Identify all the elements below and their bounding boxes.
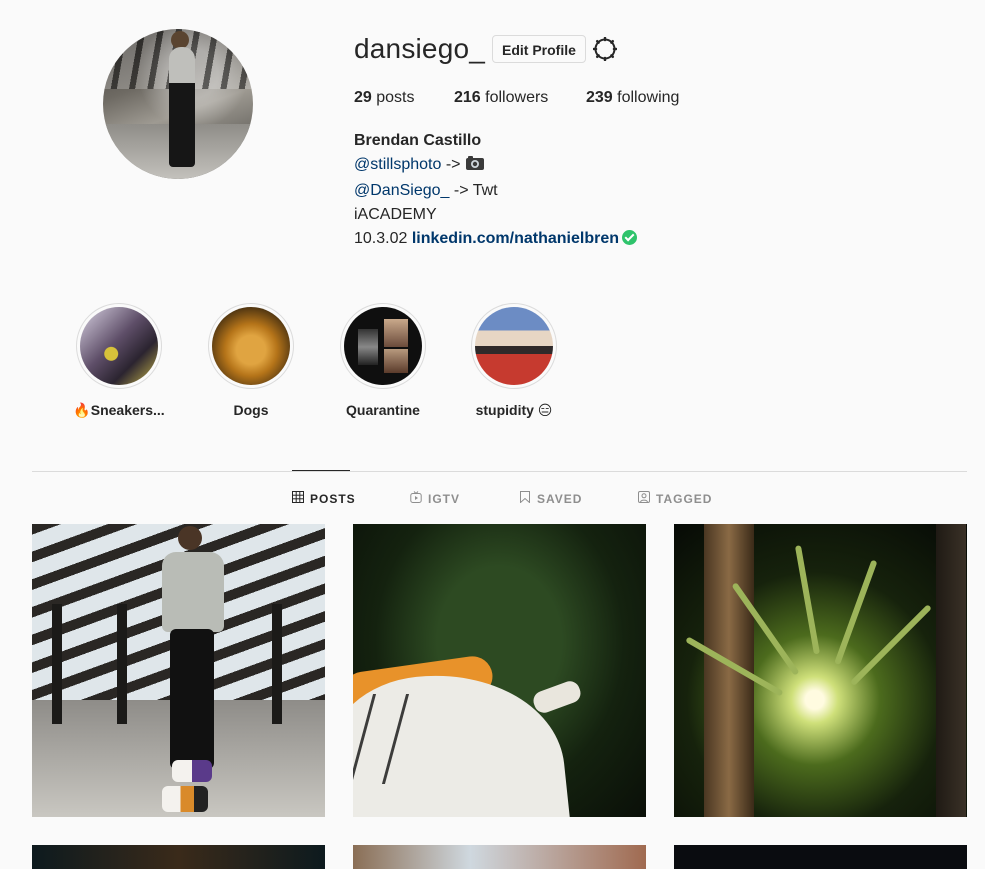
highlight-sneakers[interactable]: 🔥Sneakers...	[53, 303, 185, 419]
photo-leaf	[794, 545, 820, 655]
tab-posts[interactable]: POSTS	[292, 491, 356, 506]
posts-count: 29	[354, 89, 372, 106]
photo-person-head	[178, 526, 202, 550]
followers-label: followers	[485, 89, 549, 106]
photo-column	[52, 604, 62, 724]
verified-check-icon	[622, 230, 637, 245]
tab-label: SAVED	[537, 491, 583, 506]
tab-label: TAGGED	[656, 491, 713, 506]
bio-mention-dansiego[interactable]: @DanSiego_	[354, 182, 449, 199]
active-tab-indicator	[292, 470, 350, 471]
photo-person-shoe	[172, 760, 212, 782]
cover-photo-tile	[358, 329, 378, 365]
tabs-divider	[32, 471, 967, 472]
bookmark-icon	[519, 491, 531, 506]
bio-arrow: ->	[445, 156, 461, 173]
photo-shoe	[530, 678, 584, 716]
highlight-ring	[471, 303, 557, 389]
post-thumbnail[interactable]	[674, 845, 967, 869]
photo-person	[162, 524, 232, 817]
igtv-icon	[410, 491, 422, 506]
post-thumbnail[interactable]	[353, 845, 646, 869]
avatar-person-body	[169, 47, 195, 167]
highlight-cover-image	[80, 307, 158, 385]
highlight-stupidity[interactable]: stupidity 😑	[448, 303, 580, 419]
bio-date: 10.3.02	[354, 230, 408, 247]
profile-avatar[interactable]	[103, 29, 253, 179]
following-stat[interactable]: 239 following	[586, 89, 679, 107]
photo-person-shoe	[162, 786, 208, 812]
following-count: 239	[586, 89, 613, 106]
bio-mention-stillsphoto[interactable]: @stillsphoto	[354, 156, 441, 173]
tab-label: IGTV	[428, 491, 461, 506]
bio-line-4: 10.3.02 linkedin.com/nathanielbren	[354, 227, 637, 251]
tab-saved[interactable]: SAVED	[519, 491, 582, 506]
highlight-cover-image	[344, 307, 422, 385]
highlight-cover-image	[475, 307, 553, 385]
profile-stats: 29 posts 216 followers 239 following	[354, 89, 679, 107]
highlight-dogs[interactable]: Dogs	[185, 303, 317, 418]
settings-gear-icon[interactable]	[592, 36, 618, 62]
photo-tree-trunk	[936, 524, 966, 817]
grid-icon	[292, 491, 304, 506]
highlight-label: stupidity 😑	[475, 402, 553, 418]
profile-bio: Brendan Castillo @stillsphoto -> @DanSie…	[354, 129, 637, 251]
post-thumbnail[interactable]	[353, 524, 646, 817]
following-label: following	[617, 89, 680, 106]
bio-line-2-text: -> Twt	[453, 182, 498, 199]
photo-person-pants	[170, 629, 214, 769]
post-thumbnail[interactable]	[32, 524, 325, 817]
highlight-ring	[76, 303, 162, 389]
bio-line-1: @stillsphoto ->	[354, 153, 637, 179]
highlight-label: Quarantine	[346, 402, 420, 418]
post-thumbnail[interactable]	[32, 845, 325, 869]
followers-count: 216	[454, 89, 481, 106]
tab-tagged[interactable]: TAGGED	[638, 491, 712, 506]
profile-username: dansiego_	[354, 33, 486, 64]
highlight-label: Dogs	[233, 402, 269, 418]
edit-profile-button[interactable]: Edit Profile	[492, 35, 586, 63]
camera-icon	[465, 155, 485, 179]
profile-full-name: Brendan Castillo	[354, 132, 482, 149]
posts-label: posts	[376, 89, 415, 106]
photo-leaf	[834, 559, 878, 666]
highlight-cover-image	[212, 307, 290, 385]
highlight-label: 🔥Sneakers...	[73, 402, 165, 418]
profile-external-link[interactable]: linkedin.com/nathanielbren	[412, 230, 619, 247]
followers-stat[interactable]: 216 followers	[454, 89, 586, 107]
highlight-ring	[340, 303, 426, 389]
tagged-icon	[638, 491, 650, 506]
highlight-quarantine[interactable]: Quarantine	[317, 303, 449, 418]
cover-photo-tile	[384, 319, 408, 347]
bio-line-3: iACADEMY	[354, 206, 437, 223]
photo-column	[117, 604, 127, 724]
bio-line-2: @DanSiego_ -> Twt	[354, 179, 637, 203]
photo-column	[272, 604, 282, 724]
tab-label: POSTS	[310, 491, 356, 506]
photo-person-shirt	[162, 552, 224, 632]
highlight-ring	[208, 303, 294, 389]
posts-stat: 29 posts	[354, 89, 454, 107]
cover-photo-tile	[384, 349, 408, 373]
photo-leaf	[849, 604, 932, 687]
post-thumbnail[interactable]	[674, 524, 967, 817]
tab-igtv[interactable]: IGTV	[410, 491, 460, 506]
